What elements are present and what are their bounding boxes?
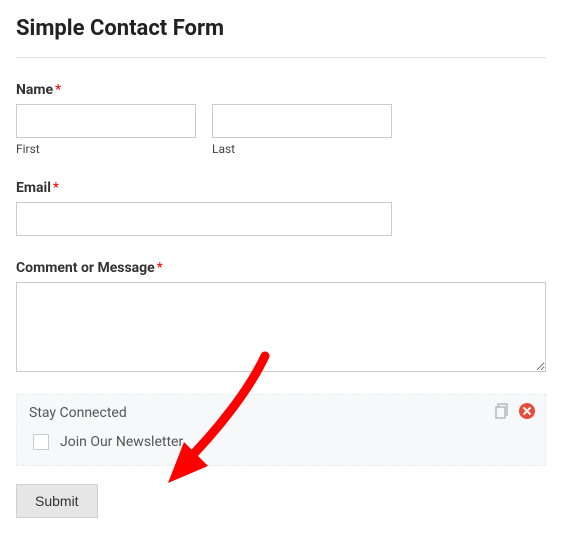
last-name-sublabel: Last — [212, 142, 392, 156]
newsletter-checkbox-label: Join Our Newsletter — [60, 434, 183, 450]
duplicate-icon[interactable] — [495, 403, 511, 419]
delete-icon[interactable] — [519, 403, 535, 419]
newsletter-checkbox[interactable] — [33, 434, 49, 450]
newsletter-checkbox-row[interactable]: Join Our Newsletter — [29, 431, 533, 453]
comment-label-text: Comment or Message — [16, 260, 155, 276]
stay-connected-title: Stay Connected — [29, 405, 533, 421]
required-mark: * — [157, 260, 163, 276]
block-actions — [495, 403, 535, 419]
email-label: Email* — [16, 180, 546, 196]
required-mark: * — [53, 180, 59, 196]
name-row: First Last — [16, 104, 546, 156]
form-title: Simple Contact Form — [16, 16, 546, 41]
stay-connected-block[interactable]: Stay Connected Join Our Newsletter — [16, 394, 546, 466]
name-label-text: Name — [16, 82, 53, 98]
comment-textarea[interactable] — [16, 282, 546, 372]
required-mark: * — [55, 82, 61, 98]
divider — [16, 57, 546, 58]
email-label-text: Email — [16, 180, 51, 196]
submit-button[interactable]: Submit — [16, 484, 98, 518]
comment-label: Comment or Message* — [16, 260, 546, 276]
email-input[interactable] — [16, 202, 392, 236]
last-name-input[interactable] — [212, 104, 392, 138]
first-name-input[interactable] — [16, 104, 196, 138]
first-name-sublabel: First — [16, 142, 196, 156]
name-label: Name* — [16, 82, 546, 98]
